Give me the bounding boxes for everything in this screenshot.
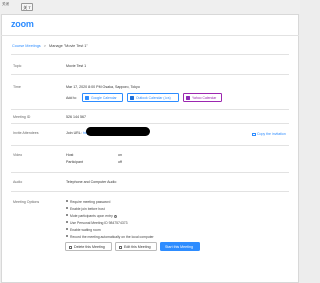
video-host-value: on: [118, 153, 122, 157]
delete-meeting-button[interactable]: Delete this Meeting: [65, 242, 112, 251]
window-topbar: 关闭 关 T: [0, 0, 300, 14]
edit-meeting-button[interactable]: Edit this Meeting: [115, 242, 157, 251]
time-value: Mar 17, 2020 8:00 PM Osaka, Sapporo, Tok…: [66, 85, 140, 89]
bullet-icon: [66, 228, 68, 231]
meeting-option-text: Require meeting password: [70, 200, 111, 204]
close-button[interactable]: 关 T: [21, 3, 33, 11]
divider: [11, 191, 289, 192]
google-calendar-label: Google Calendar: [91, 96, 117, 100]
video-host-label: Host: [66, 153, 74, 157]
meeting-option-text: Use Personal Meeting ID 9847574373: [70, 221, 128, 225]
video-label: Video: [13, 153, 23, 157]
bullet-icon: [66, 214, 68, 217]
copy-icon: [252, 132, 256, 136]
edit-icon: [118, 245, 122, 249]
outlook-calendar-label: Outlook Calendar (.ics): [136, 96, 171, 100]
zoom-logo[interactable]: zoom: [11, 19, 34, 29]
add-to-label: Add to: [66, 96, 77, 100]
trash-icon: [68, 245, 72, 249]
breadcrumb-divider: [11, 54, 289, 55]
divider: [11, 109, 289, 110]
divider: [11, 123, 289, 124]
yahoo-calendar-label: Yahoo Calendar: [192, 96, 217, 100]
audio-value: Telephone and Computer Audio: [66, 180, 117, 184]
topic-label: Topic: [13, 64, 22, 68]
bullet-icon: [66, 235, 68, 238]
meeting-option-text: Enable waiting room: [70, 228, 101, 232]
help-icon[interactable]: ?: [113, 215, 117, 218]
google-calendar-icon: [85, 95, 89, 100]
redaction-mark: [86, 127, 150, 136]
meeting-option-item: Record the meeting automatically on the …: [66, 235, 154, 240]
meeting-option-item: Enable waiting room: [66, 228, 101, 233]
bullet-icon: [66, 200, 68, 203]
breadcrumb: Course Meetings > Manage "Movie Test 1": [12, 44, 88, 49]
meeting-id-label: Meeting ID: [13, 115, 31, 119]
meeting-option-item: Use Personal Meeting ID 9847574373: [66, 221, 128, 226]
join-url-prefix: Join URL:: [66, 131, 82, 135]
outlook-calendar-button[interactable]: Outlook Calendar (.ics): [127, 93, 179, 102]
bullet-icon: [66, 221, 68, 224]
divider: [11, 145, 289, 146]
breadcrumb-current: Manage "Movie Test 1": [49, 44, 88, 48]
video-participant-label: Participant: [66, 160, 83, 164]
yahoo-calendar-icon: [186, 95, 190, 100]
meeting-id-value: 526 144 567: [66, 115, 86, 119]
breadcrumb-separator: >: [43, 44, 46, 48]
time-label: Time: [13, 85, 21, 89]
divider: [11, 172, 289, 173]
meeting-options-label: Meeting Options: [13, 200, 40, 204]
meeting-option-text: Mute participants upon entry: [70, 214, 113, 218]
divider: [11, 74, 289, 75]
start-meeting-button[interactable]: Start this Meeting: [160, 242, 200, 251]
edit-meeting-label: Edit this Meeting: [124, 245, 151, 249]
outlook-calendar-icon: [130, 95, 134, 100]
topic-value: Movie Test 1: [66, 64, 87, 68]
google-calendar-button[interactable]: Google Calendar: [82, 93, 123, 102]
audio-label: Audio: [13, 180, 23, 184]
header-divider: [1, 35, 299, 36]
meeting-option-item: Require meeting password: [66, 200, 110, 205]
yahoo-calendar-button[interactable]: Yahoo Calendar: [183, 93, 222, 102]
meeting-option-text: Record the meeting automatically on the …: [70, 235, 154, 239]
copy-invitation-link[interactable]: Copy the invitation: [252, 132, 286, 137]
meeting-option-item: Mute participants upon entry?: [66, 214, 117, 219]
copy-invitation-label: Copy the invitation: [257, 132, 286, 136]
video-participant-value: off: [118, 160, 122, 164]
app-label: 关闭: [2, 2, 10, 6]
invite-attendees-label: Invite Attendees: [13, 131, 39, 135]
delete-meeting-label: Delete this Meeting: [74, 245, 105, 249]
meeting-option-item: Enable join before host: [66, 207, 105, 212]
meeting-option-text: Enable join before host: [70, 207, 105, 211]
breadcrumb-course-meetings-link[interactable]: Course Meetings: [12, 44, 41, 48]
bullet-icon: [66, 207, 68, 210]
